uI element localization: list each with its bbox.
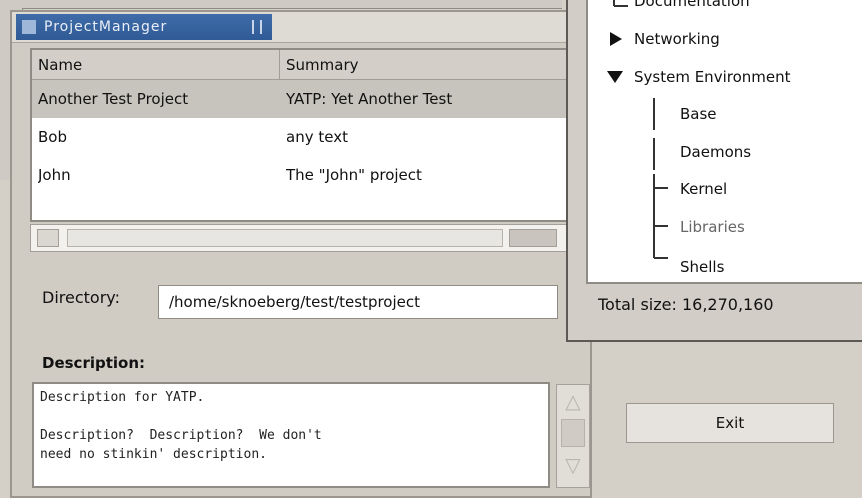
description-label: Description: [42,354,146,372]
tree-item-system-environment[interactable]: System Environment [634,68,790,86]
tree-item-shells[interactable]: Shells [680,258,724,276]
window-title: ProjectManager [44,19,168,35]
scroll-thumb[interactable] [561,419,585,447]
exit-button[interactable]: Exit [626,403,834,443]
project-table: Name Summary Another Test Project YATP: … [30,48,570,222]
package-tree-window: Documentation Networking System Environm… [566,0,862,342]
window-menu-icon[interactable] [22,20,36,34]
table-row[interactable]: Another Test Project YATP: Yet Another T… [32,80,568,118]
cell-name: Bob [38,128,67,146]
column-header-summary[interactable]: Summary [280,50,568,80]
horizontal-scrollbar[interactable] [30,224,570,252]
column-header-name[interactable]: Name [32,50,280,80]
background-window-edge [22,0,562,9]
scroll-right-arrow-icon[interactable] [509,229,557,247]
title-tab[interactable]: ProjectManager [16,14,272,40]
tree-item-daemons[interactable]: Daemons [680,143,751,161]
tree-item-libraries[interactable]: Libraries [680,218,745,236]
scroll-down-arrow-icon[interactable]: ▽ [561,453,585,477]
total-size-label: Total size: 16,270,160 [598,295,774,314]
scroll-thumb[interactable] [67,229,503,247]
tree-item-networking[interactable]: Networking [634,30,720,48]
expand-arrow-icon[interactable] [606,30,626,48]
directory-label: Directory: [42,288,120,307]
table-row[interactable]: John The "John" project [32,156,568,194]
tree-item-kernel[interactable]: Kernel [680,180,727,198]
vertical-scrollbar[interactable]: △ ▽ [556,384,590,488]
collapse-arrow-icon[interactable] [604,68,626,86]
tree-item-documentation[interactable]: Documentation [634,0,750,10]
directory-field[interactable]: /home/sknoeberg/test/testproject [158,285,558,319]
table-row[interactable]: Bob any text [32,118,568,156]
cell-summary: The "John" project [286,166,422,184]
title-grip-icon [252,20,262,34]
cell-name: Another Test Project [38,90,189,108]
scroll-up-arrow-icon[interactable]: △ [561,389,585,413]
package-tree: Documentation Networking System Environm… [586,0,862,284]
cell-name: John [38,166,71,184]
tree-lines [613,0,668,259]
cell-summary: any text [286,128,348,146]
description-textarea[interactable]: Description for YATP. Description? Descr… [32,382,550,488]
cell-summary: YATP: Yet Another Test [286,90,453,108]
tree-item-base[interactable]: Base [680,105,717,123]
scroll-left-arrow-icon[interactable] [37,229,59,247]
title-bar[interactable]: ProjectManager [12,12,590,43]
